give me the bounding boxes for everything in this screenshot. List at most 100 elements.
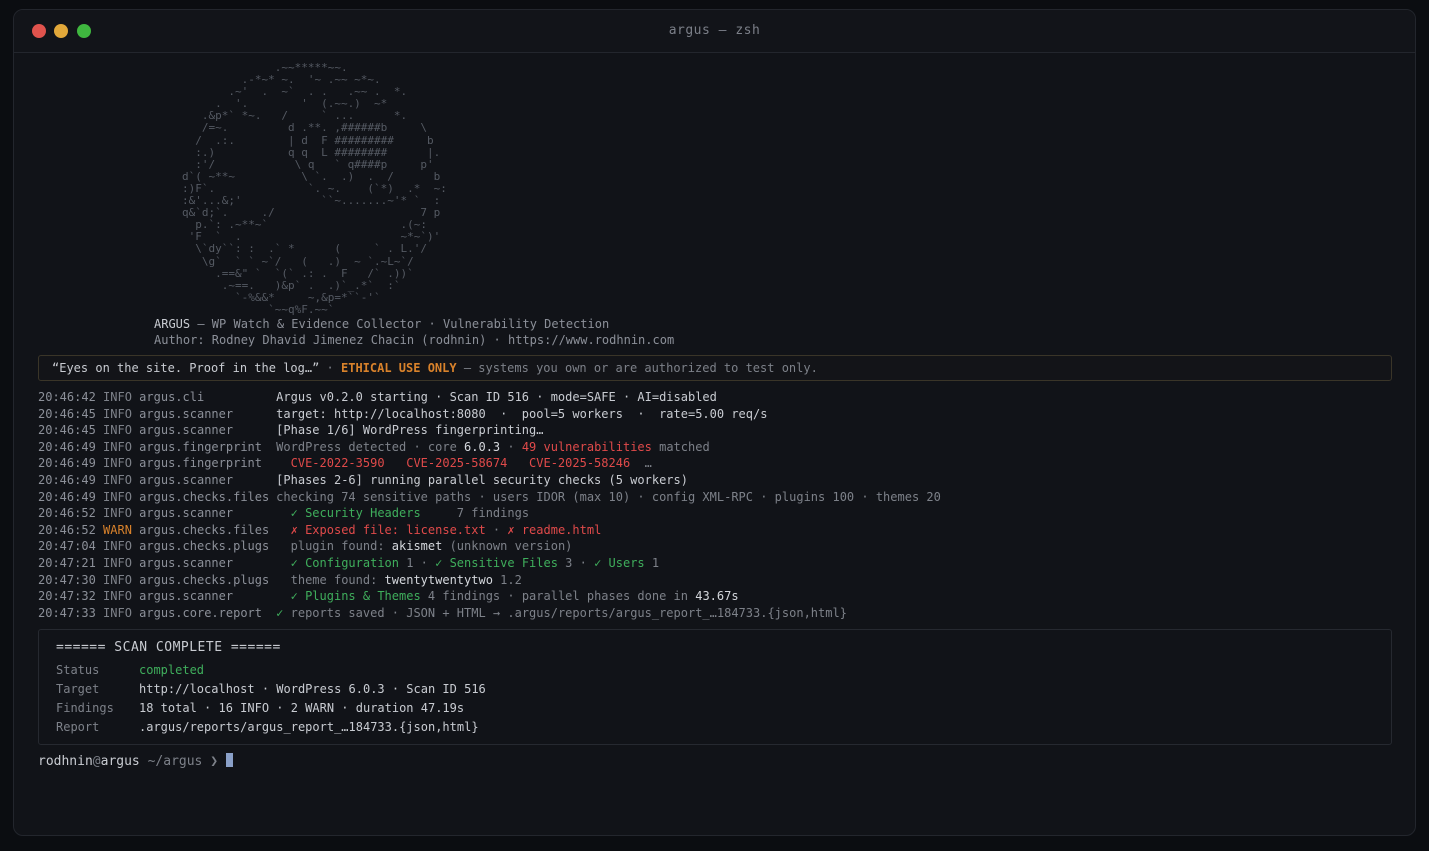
log-timestamp: 20:46:42 xyxy=(38,390,96,404)
log-timestamp: 20:46:49 xyxy=(38,489,96,504)
log-module: argus.fingerprint xyxy=(139,456,262,471)
log-row: 20:46:49 INFO argus.fingerprint WordPress… xyxy=(38,439,941,456)
log-module: argus.scanner xyxy=(139,472,234,487)
log-level: WARN xyxy=(103,522,132,537)
log-timestamp: 20:47:32 xyxy=(38,589,96,604)
log-message-part: checking 74 sensitive paths · users IDOR… xyxy=(276,489,941,504)
summary-row: Target http://localhost · WordPress 6.0.3… xyxy=(56,680,1391,699)
log-module: argus.checks.files xyxy=(139,522,270,537)
log-message-part: 7 findings xyxy=(420,506,530,521)
summary-row: Status completed xyxy=(56,661,1391,680)
log-message-part: CVE-2022-3590 CVE-2025-58674 CVE-2025-58… xyxy=(276,456,631,471)
log-module: argus.checks.files xyxy=(139,489,270,504)
log-level: INFO xyxy=(103,472,132,487)
log-message-part: … xyxy=(630,456,652,471)
shell-prompt[interactable]: rodhnin@argus ~/argus ❯ xyxy=(38,753,233,769)
log-row: 20:46:42 INFO argus.cli Argus v0.2.0 star… xyxy=(38,389,941,406)
log-message-part: WordPress detected · core xyxy=(276,439,465,454)
prompt-user: rodhnin xyxy=(38,754,93,769)
log-level: INFO xyxy=(103,506,132,521)
log-row: 20:46:45 INFO argus.scanner [Phase 1/6] W… xyxy=(38,422,941,439)
summary-rows: Status completed Target http://localhost · … xyxy=(56,661,1391,737)
ascii-eye-logo: .~~*****~~. .-*~* ~. '~ .~~ ~*~. .~' . ~… xyxy=(182,61,447,316)
log-timestamp: 20:46:49 xyxy=(38,456,96,471)
summary-value: .argus/reports/argus_report_…184733.{jso… xyxy=(139,720,479,734)
log-module: argus.checks.plugs xyxy=(139,539,270,554)
summary-key: Target xyxy=(56,682,100,696)
log-row: 20:46:49 INFO argus.checks.files checking… xyxy=(38,489,941,506)
summary-value: completed xyxy=(139,663,205,677)
log-message-part: 4 findings · parallel phases done in xyxy=(420,589,696,604)
log-message-part: akismet xyxy=(391,539,443,554)
summary-value: http://localhost · WordPress 6.0.3 · Sca… xyxy=(139,682,486,696)
log-message-part: 1 xyxy=(644,555,660,570)
log-message-part: 49 vulnerabilities xyxy=(521,439,652,454)
log-level: INFO xyxy=(103,439,132,454)
log-message-part: ✓ Security Headers xyxy=(276,506,421,521)
prompt-host: argus xyxy=(100,754,140,769)
log-message-part: matched xyxy=(651,439,710,454)
log-row: 20:47:32 INFO argus.scanner ✓ Plugins & … xyxy=(38,588,941,605)
log-level: INFO xyxy=(103,489,132,504)
ethical-use-label: ETHICAL USE ONLY xyxy=(341,361,457,375)
log-timestamp: 20:46:49 xyxy=(38,472,96,487)
log-module: argus.cli xyxy=(139,390,205,404)
motto-banner: “Eyes on the site. Proof in the log…” · … xyxy=(38,355,1392,381)
log-message-part: 3 · xyxy=(557,555,595,570)
text-cursor[interactable] xyxy=(225,753,233,767)
prompt-path: ~/argus xyxy=(139,754,203,769)
log-level: INFO xyxy=(103,423,132,438)
log-module: argus.scanner xyxy=(139,589,234,604)
summary-row: Findings 18 total · 16 INFO · 2 WARN · du… xyxy=(56,699,1391,718)
log-level: INFO xyxy=(103,589,132,604)
log-message-part: 1 · xyxy=(399,555,436,570)
log-message-part: 6.0.3 xyxy=(464,439,501,454)
motto-rest: — systems you own or are authorized to t… xyxy=(456,361,818,375)
prompt-arrow-icon: ❯ xyxy=(202,754,226,769)
log-row: 20:46:45 INFO argus.scanner target: http:… xyxy=(38,406,941,423)
log-module: argus.checks.plugs xyxy=(139,572,270,587)
log-module: argus.scanner xyxy=(139,506,234,521)
log-message-part: theme found: xyxy=(276,572,385,587)
log-row: 20:47:33 INFO argus.core.report ✓ reports… xyxy=(38,605,941,622)
prompt-at: @ xyxy=(92,754,101,769)
title-bar: argus — zsh xyxy=(14,10,1415,53)
summary-title: ====== SCAN COMPLETE ====== xyxy=(56,640,281,655)
motto-quote: “Eyes on the site. Proof in the log…” xyxy=(52,361,320,375)
log-level: INFO xyxy=(103,605,132,620)
log-message-part: 43.67s xyxy=(695,589,739,604)
log-level: INFO xyxy=(103,555,132,570)
log-message-part: twentytwentytwo xyxy=(384,572,493,587)
banner-text: ARGUS — WP Watch & Evidence Collector · … xyxy=(154,316,674,348)
window-title: argus — zsh xyxy=(668,23,761,38)
log-timestamp: 20:46:52 xyxy=(38,506,96,521)
log-message-part: target: http://localhost:8080 · pool=5 w… xyxy=(276,406,768,421)
summary-key: Status xyxy=(56,663,100,677)
log-row: 20:47:04 INFO argus.checks.plugs plugin … xyxy=(38,538,941,555)
log-row: 20:47:21 INFO argus.scanner ✓ Configurat… xyxy=(38,555,941,572)
log-message-part: ✗ readme.html xyxy=(507,522,602,537)
log-row: 20:46:52 WARN argus.checks.files ✗ Expos… xyxy=(38,522,941,539)
log-level: INFO xyxy=(103,572,132,587)
terminal-window: argus — zsh .~~*****~~. .-*~* ~. '~ .~~ … xyxy=(13,9,1416,836)
log-timestamp: 20:46:45 xyxy=(38,406,96,421)
log-output: 20:46:42 INFO argus.cli Argus v0.2.0 star… xyxy=(38,389,941,621)
summary-key: Report xyxy=(56,720,100,734)
log-level: INFO xyxy=(103,390,132,404)
log-timestamp: 20:47:04 xyxy=(38,539,96,554)
summary-key: Findings xyxy=(56,701,114,715)
log-timestamp: 20:46:45 xyxy=(38,423,96,438)
log-module: argus.scanner xyxy=(139,423,234,438)
log-message-part: plugin found: xyxy=(276,539,392,554)
log-timestamp: 20:46:52 xyxy=(38,522,96,537)
log-message-part: ✓ Users xyxy=(594,555,645,570)
log-message-part: ✓ Configuration xyxy=(276,555,399,570)
log-timestamp: 20:47:30 xyxy=(38,572,96,587)
log-row: 20:46:52 INFO argus.scanner ✓ Security H… xyxy=(38,505,941,522)
log-module: argus.scanner xyxy=(139,555,234,570)
author-line: Author: Rodney Dhavid Jimenez Chacin (ro… xyxy=(154,333,675,347)
log-timestamp: 20:47:33 xyxy=(38,605,96,620)
log-module: argus.core.report xyxy=(139,605,262,620)
app-name: ARGUS xyxy=(154,317,191,331)
log-message-part: reports saved · JSON + HTML → .argus/rep… xyxy=(283,605,847,620)
